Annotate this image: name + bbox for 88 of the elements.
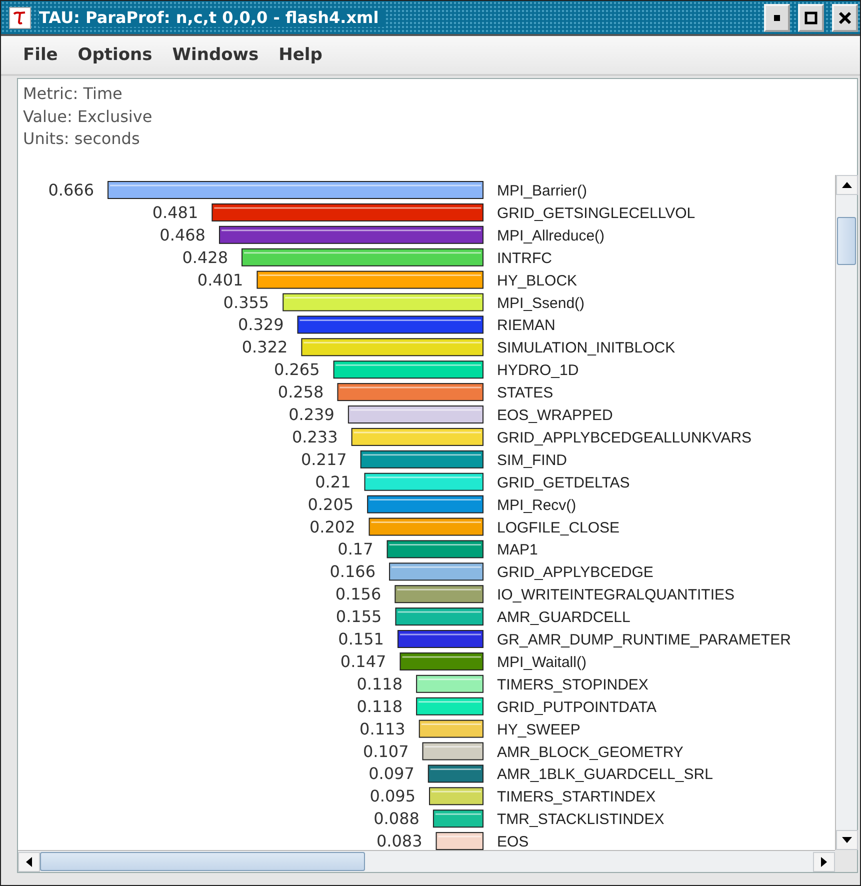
- info-text: Metric: Time: [23, 83, 124, 105]
- value-label: 0.166: [330, 562, 376, 582]
- function-label: RIEMAN: [497, 317, 556, 334]
- menu-item[interactable]: File: [13, 45, 68, 65]
- value-label: 0.258: [278, 382, 324, 402]
- value-label: 0.481: [152, 202, 198, 222]
- value-label: 0.666: [48, 180, 94, 200]
- scroll-right-button[interactable]: [813, 852, 835, 872]
- vertical-scrollbar[interactable]: [835, 175, 857, 850]
- function-label: TIMERS_STOPINDEX: [497, 676, 648, 694]
- value-label: 0.322: [242, 338, 288, 357]
- value-label: 0.151: [338, 630, 384, 648]
- function-label: MPI_Allreduce(): [497, 227, 605, 244]
- value-label: 0.233: [292, 427, 338, 446]
- scrollbar-corner: [835, 850, 857, 872]
- function-label: LOGFILE_CLOSE: [497, 519, 620, 536]
- value-label: 0.097: [368, 764, 414, 784]
- value-label: 0.428: [182, 248, 228, 267]
- info-text: Units: seconds: [23, 128, 141, 150]
- menu-item[interactable]: Help: [268, 45, 332, 65]
- value-label: 0.147: [340, 652, 386, 671]
- minimize-button[interactable]: [764, 4, 790, 32]
- horizontal-scrollbar[interactable]: [18, 850, 835, 872]
- close-button[interactable]: [832, 4, 858, 32]
- value-label: 0.239: [288, 405, 334, 424]
- value-label: 0.265: [274, 360, 320, 380]
- value-label: 0.355: [223, 292, 270, 312]
- maximize-icon: [804, 10, 818, 24]
- value-label: 0.205: [308, 494, 354, 514]
- function-label: GRID_APPLYBCEDGE: [497, 564, 654, 582]
- value-label: 0.156: [335, 584, 382, 604]
- value-label: 0.202: [309, 517, 356, 536]
- function-label: INTRFC: [497, 250, 552, 267]
- value-label: 0.118: [356, 674, 403, 694]
- close-icon: [838, 10, 852, 24]
- scroll-down-button[interactable]: [836, 830, 858, 850]
- function-label: GRID_APPLYBCEDGEALLUNKVARS: [497, 429, 752, 446]
- value-label: 0.468: [160, 225, 206, 244]
- info-text: Value: Exclusive: [23, 106, 154, 128]
- value-label: 0.118: [356, 696, 403, 716]
- function-label: EOS_WRAPPED: [497, 407, 613, 424]
- function-label: GR_AMR_DUMP_RUNTIME_PARAMETER: [497, 632, 791, 648]
- menu-item[interactable]: Options: [68, 45, 162, 65]
- function-label: GRID_PUTPOINTDATA: [497, 698, 656, 716]
- function-label: MPI_Barrier(): [497, 182, 588, 200]
- scroll-thumb[interactable]: [837, 217, 856, 265]
- function-label: AMR_GUARDCELL: [497, 609, 630, 626]
- function-label: TIMERS_STARTINDEX: [497, 788, 656, 806]
- function-label: AMR_1BLK_GUARDCELL_SRL: [497, 766, 713, 784]
- function-label: MPI_Ssend(): [497, 294, 585, 312]
- scroll-up-button[interactable]: [836, 175, 858, 195]
- value-label: 0.21: [315, 472, 351, 492]
- app-icon: [9, 6, 31, 28]
- scroll-thumb[interactable]: [40, 852, 365, 871]
- function-label: GRID_GETDELTAS: [497, 474, 630, 492]
- down-arrow-icon: [842, 837, 852, 843]
- window-title: TAU: ParaProf: n,c,t 0,0,0 - flash4.xml: [39, 8, 385, 27]
- function-label: TMR_STACKLISTINDEX: [497, 811, 664, 828]
- up-arrow-icon: [842, 182, 852, 188]
- function-label: HY_BLOCK: [497, 272, 578, 290]
- function-label: SIMULATION_INITBLOCK: [497, 340, 676, 357]
- function-label: EOS: [497, 834, 529, 850]
- menu-item[interactable]: Windows: [162, 45, 269, 65]
- function-label: AMR_BLOCK_GEOMETRY: [497, 744, 684, 761]
- function-label: IO_WRITEINTEGRALQUANTITIES: [497, 586, 735, 604]
- value-label: 0.155: [336, 607, 382, 626]
- left-arrow-icon: [26, 856, 32, 866]
- value-label: 0.088: [374, 809, 420, 828]
- scroll-left-button[interactable]: [18, 852, 40, 872]
- value-label: 0.17: [338, 540, 374, 559]
- value-label: 0.095: [370, 786, 416, 806]
- function-label: MPI_Recv(): [497, 496, 576, 514]
- right-arrow-icon: [821, 856, 827, 866]
- value-label: 0.107: [362, 742, 409, 761]
- value-label: 0.329: [238, 315, 284, 334]
- function-label: HYDRO_1D: [497, 362, 579, 380]
- maximize-button[interactable]: [798, 4, 824, 32]
- value-label: 0.401: [197, 270, 244, 290]
- function-label: HY_SWEEP: [497, 721, 580, 738]
- function-label: GRID_GETSINGLECELLVOL: [497, 204, 696, 222]
- minimize-icon: [773, 14, 781, 22]
- function-label: MPI_Waitall(): [497, 654, 586, 671]
- function-label: SIM_FIND: [497, 452, 568, 469]
- value-label: 0.217: [301, 450, 347, 469]
- value-label: 0.083: [376, 832, 422, 850]
- function-label: MAP1: [497, 542, 538, 559]
- value-label: 0.113: [360, 719, 406, 738]
- function-label: STATES: [497, 384, 554, 402]
